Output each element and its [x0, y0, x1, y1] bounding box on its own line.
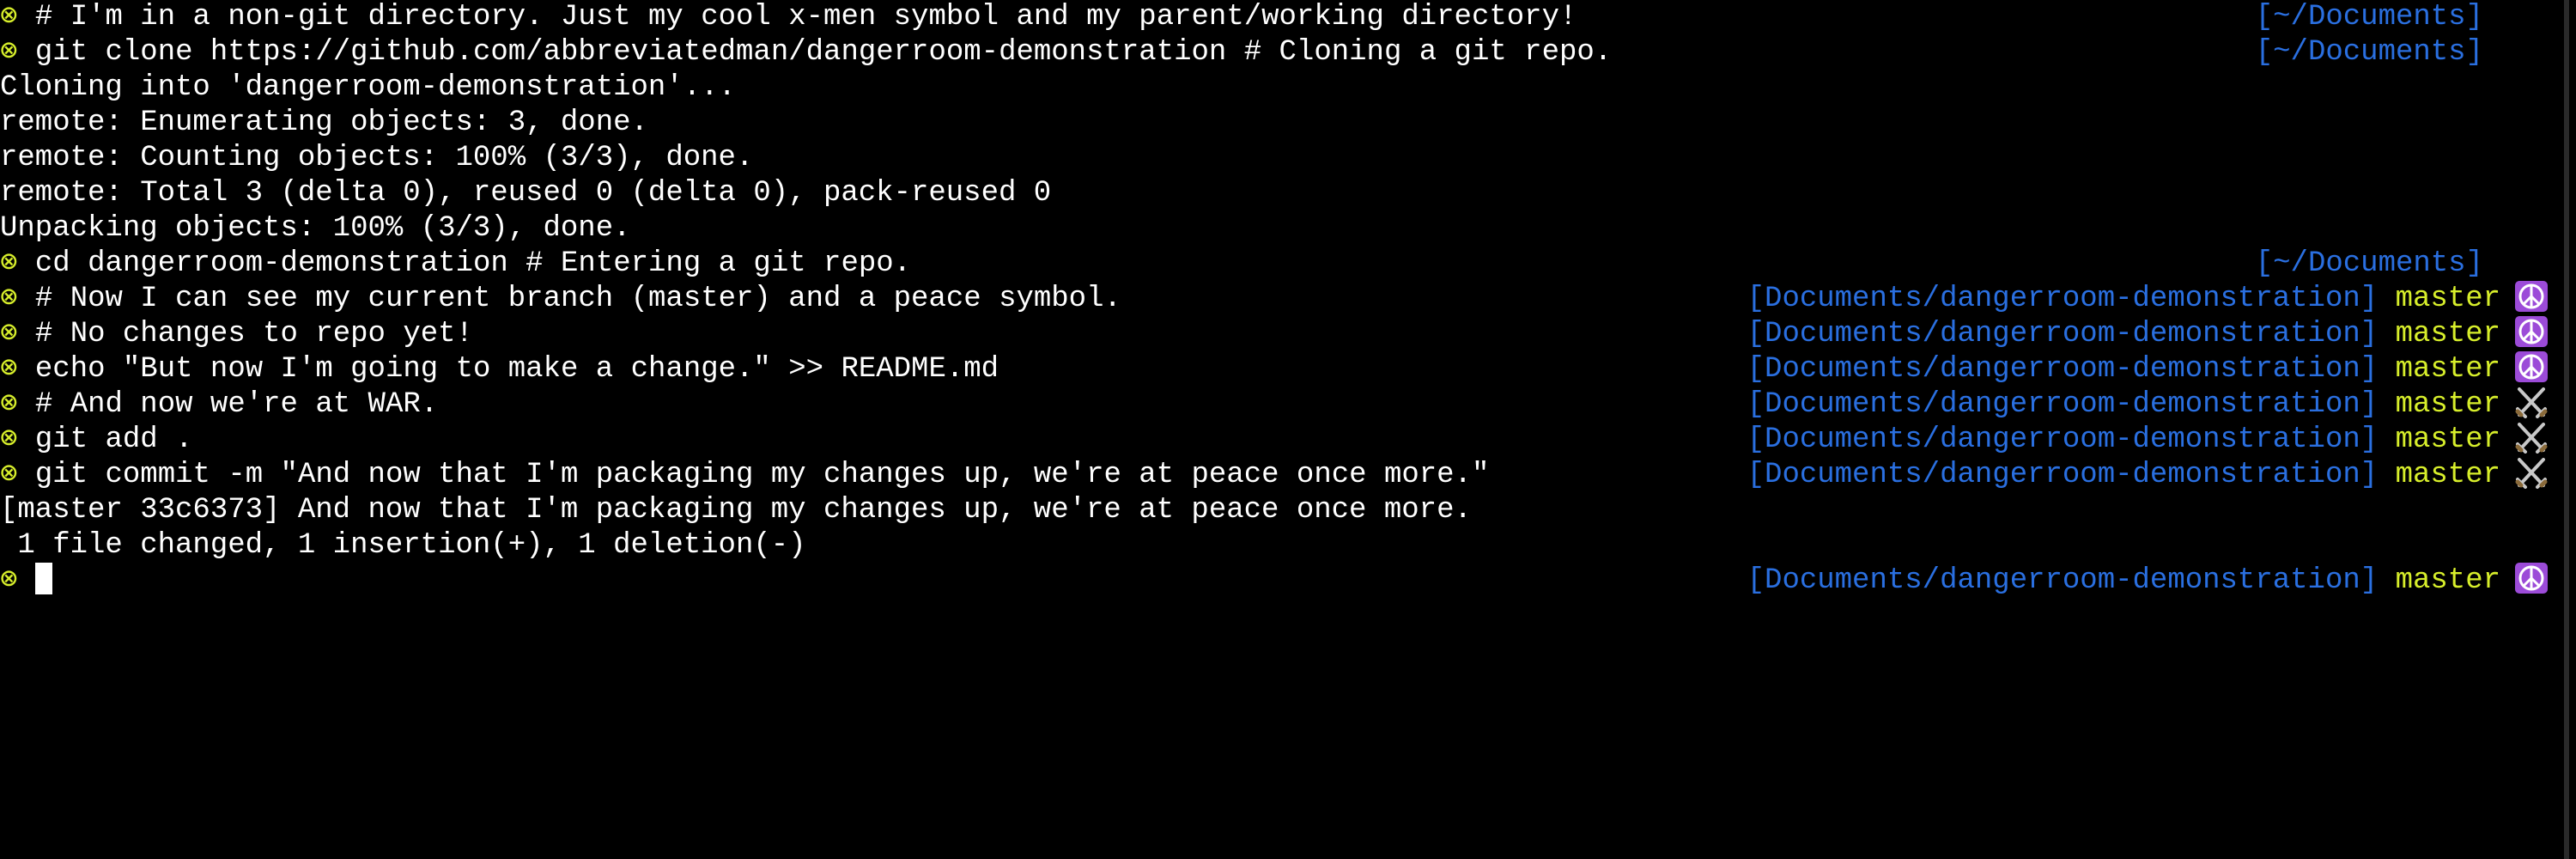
command-text: echo "But now I'm going to make a change…: [34, 353, 999, 386]
terminal-scrollbar[interactable]: [2549, 0, 2576, 859]
command-text: # And now we're at WAR.: [34, 388, 439, 421]
prompt-line: ⊗ # And now we're at WAR. [Documents/dang…: [0, 387, 2549, 423]
crossed-swords-icon: [2514, 386, 2549, 419]
prompt-line: ⊗ git add . [Documents/dangerroom-demonst…: [0, 423, 2549, 458]
command-output: remote: Total 3 (delta 0), reused 0 (del…: [0, 177, 1052, 210]
git-branch: master: [2395, 564, 2500, 597]
scrollbar-thumb[interactable]: [2564, 0, 2569, 859]
command-output: Unpacking objects: 100% (3/3), done.: [0, 212, 631, 245]
right-prompt: [Documents/dangerroom-demonstration] mas…: [1747, 423, 2549, 458]
output-line: [master 33c6373] And now that I'm packag…: [0, 493, 2549, 528]
prompt-symbol: ⊗: [0, 36, 18, 69]
crossed-swords-icon: [2514, 421, 2549, 454]
peace-icon: [2514, 562, 2549, 594]
command-text: git add .: [34, 423, 193, 456]
right-prompt: [Documents/dangerroom-demonstration] mas…: [1747, 280, 2549, 317]
prompt-symbol: ⊗: [0, 388, 18, 421]
working-directory: [Documents/dangerroom-demonstration]: [1747, 353, 2379, 386]
command-output: [master 33c6373] And now that I'm packag…: [0, 494, 1472, 527]
command-text: # Now I can see my current branch (maste…: [34, 283, 1121, 315]
working-directory: [~/Documents]: [2255, 1, 2483, 34]
prompt-symbol: ⊗: [0, 247, 18, 280]
working-directory: [Documents/dangerroom-demonstration]: [1747, 564, 2379, 597]
output-line: remote: Counting objects: 100% (3/3), do…: [0, 141, 2549, 176]
right-prompt: [Documents/dangerroom-demonstration] mas…: [1747, 562, 2549, 599]
output-line: Cloning into 'dangerroom-demonstration'.…: [0, 70, 2549, 106]
output-line: Unpacking objects: 100% (3/3), done.: [0, 211, 2549, 247]
git-branch: master: [2395, 353, 2500, 386]
right-prompt: [Documents/dangerroom-demonstration] mas…: [1747, 387, 2549, 423]
command-text: # No changes to repo yet!: [34, 318, 473, 350]
right-prompt: [~/Documents]: [2256, 247, 2483, 282]
right-prompt: [Documents/dangerroom-demonstration] mas…: [1747, 315, 2549, 352]
terminal-window[interactable]: ⊗ # I'm in a non-git directory. Just my …: [0, 0, 2549, 859]
git-branch: master: [2395, 283, 2500, 315]
prompt-line: ⊗ git clone https://github.com/abbreviat…: [0, 35, 2549, 70]
working-directory: [~/Documents]: [2255, 36, 2483, 69]
prompt-line: ⊗ echo "But now I'm going to make a chan…: [0, 350, 2549, 387]
prompt-symbol: ⊗: [0, 1, 18, 34]
right-prompt: [Documents/dangerroom-demonstration] mas…: [1747, 458, 2549, 493]
command-output: 1 file changed, 1 insertion(+), 1 deleti…: [0, 529, 806, 562]
prompt-line: ⊗ # Now I can see my current branch (mas…: [0, 280, 2549, 317]
working-directory: [Documents/dangerroom-demonstration]: [1747, 388, 2379, 421]
prompt-line: ⊗ cd dangerroom-demonstration # Entering…: [0, 247, 2549, 282]
git-branch: master: [2395, 459, 2500, 491]
git-branch: master: [2395, 388, 2500, 421]
output-line: remote: Enumerating objects: 3, done.: [0, 106, 2549, 141]
prompt-symbol: ⊗: [0, 423, 18, 456]
right-prompt: [~/Documents]: [2256, 0, 2483, 35]
command-output: remote: Counting objects: 100% (3/3), do…: [0, 142, 754, 174]
prompt-line: ⊗ # I'm in a non-git directory. Just my …: [0, 0, 2549, 35]
working-directory: [~/Documents]: [2255, 247, 2483, 280]
peace-icon: [2514, 315, 2549, 348]
command-output: remote: Enumerating objects: 3, done.: [0, 107, 648, 139]
prompt-symbol: ⊗: [0, 564, 18, 597]
peace-icon: [2514, 350, 2549, 383]
prompt-line: ⊗ # No changes to repo yet! [Documents/da…: [0, 315, 2549, 352]
git-branch: master: [2395, 318, 2500, 350]
command-text: git clone https://github.com/abbreviated…: [34, 36, 1613, 69]
working-directory: [Documents/dangerroom-demonstration]: [1747, 459, 2379, 491]
git-branch: master: [2395, 423, 2500, 456]
command-text: cd dangerroom-demonstration # Entering a…: [34, 247, 912, 280]
prompt-symbol: ⊗: [0, 318, 18, 350]
prompt-symbol: ⊗: [0, 283, 18, 315]
prompt-symbol: ⊗: [0, 353, 18, 386]
command-text: # I'm in a non-git directory. Just my co…: [34, 1, 1577, 34]
peace-icon: [2514, 280, 2549, 313]
working-directory: [Documents/dangerroom-demonstration]: [1747, 423, 2379, 456]
prompt-line: ⊗ [Documents/dangerroom-demonstration] m…: [0, 562, 2549, 599]
prompt-symbol: ⊗: [0, 459, 18, 491]
prompt-line: ⊗ git commit -m "And now that I'm packag…: [0, 458, 2549, 493]
command-text: git commit -m "And now that I'm packagin…: [34, 459, 1490, 491]
output-line: remote: Total 3 (delta 0), reused 0 (del…: [0, 176, 2549, 211]
output-line: 1 file changed, 1 insertion(+), 1 deleti…: [0, 528, 2549, 564]
command-output: Cloning into 'dangerroom-demonstration'.…: [0, 71, 736, 104]
right-prompt: [~/Documents]: [2256, 35, 2483, 70]
working-directory: [Documents/dangerroom-demonstration]: [1747, 318, 2379, 350]
text-cursor[interactable]: [34, 562, 52, 594]
right-prompt: [Documents/dangerroom-demonstration] mas…: [1747, 350, 2549, 387]
crossed-swords-icon: [2514, 456, 2549, 490]
working-directory: [Documents/dangerroom-demonstration]: [1747, 283, 2379, 315]
